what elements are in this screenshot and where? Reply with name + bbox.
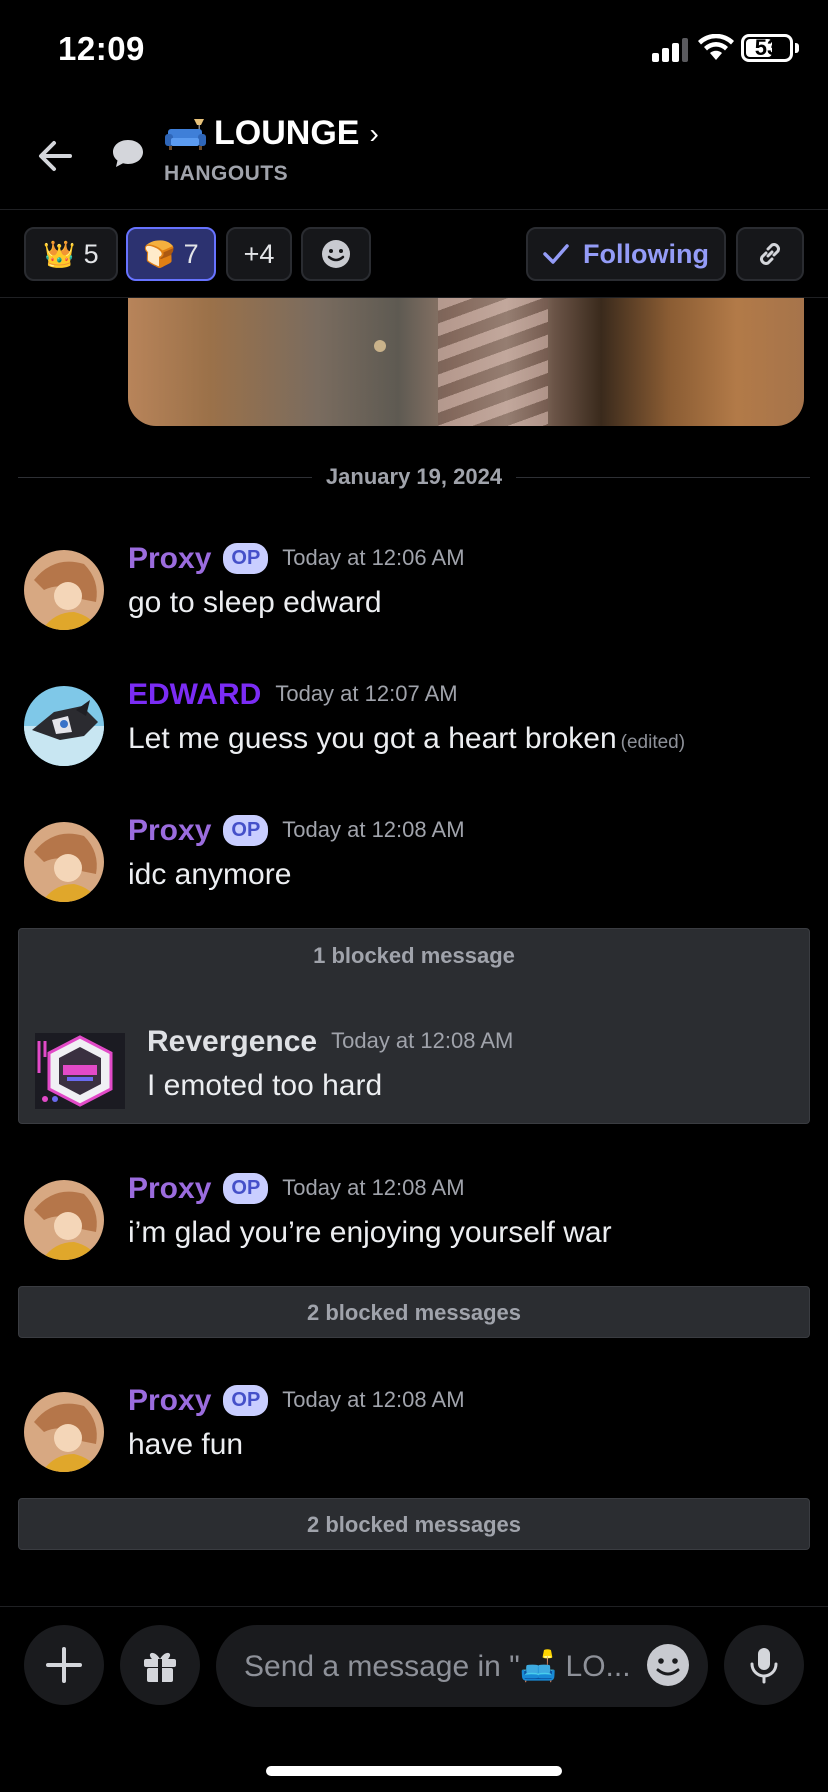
couch-lamp-icon <box>165 118 206 150</box>
checkmark-icon <box>543 244 569 264</box>
message-header: Proxy OP Today at 12:08 AM <box>128 814 465 848</box>
blocked-messages-label[interactable]: 2 blocked messages <box>19 1512 809 1538</box>
reaction-bread[interactable]: 🍞 7 <box>126 227 216 281</box>
thread-reaction-bar: 👑 5 🍞 7 +4 Following <box>0 210 828 298</box>
home-indicator[interactable] <box>266 1766 562 1776</box>
timestamp: Today at 12:08 AM <box>282 1387 465 1412</box>
battery-icon: 53 <box>741 34 793 62</box>
message-content: Let me guess you got a heart broken <box>128 722 617 755</box>
following-label: Following <box>583 238 709 269</box>
blocked-messages-label[interactable]: 1 blocked message <box>19 943 809 969</box>
blocked-messages-group[interactable]: 2 blocked messages <box>18 1286 810 1338</box>
more-reactions-button[interactable]: +4 <box>226 227 292 281</box>
channel-name: LOUNGE <box>214 114 360 152</box>
message-header: Proxy OP Today at 12:08 AM <box>128 1172 465 1206</box>
message-input[interactable]: Send a message in "🛋️ LO... <box>216 1625 708 1707</box>
message-input-placeholder: Send a message in "🛋️ LO... <box>244 1650 631 1683</box>
message-item[interactable]: EDWARD Today at 12:07 AM Let me guess you… <box>0 678 828 778</box>
bread-icon: 🍞 <box>143 238 176 269</box>
link-icon <box>760 243 780 265</box>
username[interactable]: Proxy <box>128 814 211 847</box>
gift-icon <box>144 1652 176 1682</box>
channel-category: HANGOUTS <box>164 162 289 185</box>
op-badge: OP <box>223 1385 269 1416</box>
channel-title[interactable]: LOUNGE › <box>164 114 379 153</box>
message-item[interactable]: Proxy OP Today at 12:08 AM idc anymore <box>0 814 828 914</box>
message-header: Proxy OP Today at 12:06 AM <box>128 542 465 576</box>
username[interactable]: Proxy <box>128 542 211 575</box>
gift-button[interactable] <box>120 1625 200 1705</box>
message-text: I emoted too hard <box>147 1069 383 1102</box>
status-bar: 12:09 53 <box>0 0 828 100</box>
timestamp: Today at 12:08 AM <box>282 1175 465 1200</box>
avatar[interactable] <box>35 1033 125 1109</box>
message-text: have fun <box>128 1428 244 1461</box>
timestamp: Today at 12:08 AM <box>282 817 465 842</box>
avatar[interactable] <box>24 1392 104 1472</box>
copy-link-button[interactable] <box>736 227 804 281</box>
reaction-crown[interactable]: 👑 5 <box>24 227 118 281</box>
channel-header: LOUNGE › HANGOUTS <box>0 100 828 210</box>
blocked-message-item[interactable]: Revergence Today at 12:08 AM I emoted too… <box>19 1025 809 1115</box>
add-attachment-button[interactable] <box>24 1625 104 1705</box>
username[interactable]: Proxy <box>128 1172 211 1205</box>
username[interactable]: Revergence <box>147 1025 317 1058</box>
message-text: go to sleep edward <box>128 586 382 619</box>
op-badge: OP <box>223 815 269 846</box>
date-divider-label: January 19, 2024 <box>311 464 517 489</box>
message-item[interactable]: Proxy OP Today at 12:08 AM i’m glad you’re… <box>0 1172 828 1272</box>
message-text: Let me guess you got a heart broken (edit… <box>128 722 685 756</box>
battery-level: 53 <box>754 35 780 60</box>
op-badge: OP <box>223 543 269 574</box>
timestamp: Today at 12:08 AM <box>331 1028 514 1053</box>
back-arrow-icon[interactable] <box>30 130 82 182</box>
avatar[interactable] <box>24 822 104 902</box>
timestamp: Today at 12:07 AM <box>275 681 458 706</box>
edited-marker: (edited) <box>620 732 686 753</box>
status-time: 12:09 <box>58 30 145 67</box>
reaction-count: 5 <box>83 238 99 269</box>
username[interactable]: EDWARD <box>128 678 261 711</box>
avatar[interactable] <box>24 1180 104 1260</box>
message-text: idc anymore <box>128 858 292 891</box>
crown-icon: 👑 <box>43 238 76 269</box>
message-header: Proxy OP Today at 12:08 AM <box>128 1384 465 1418</box>
more-reactions-label: +4 <box>243 238 275 269</box>
wifi-icon <box>698 34 734 60</box>
plus-icon <box>46 1647 82 1683</box>
message-item[interactable]: Proxy OP Today at 12:08 AM have fun <box>0 1384 828 1484</box>
add-reaction-button[interactable] <box>301 227 371 281</box>
blocked-messages-group[interactable]: 2 blocked messages <box>18 1498 810 1550</box>
blocked-messages-group[interactable]: 1 blocked message Revergence Today at 12:… <box>18 928 810 1124</box>
avatar[interactable] <box>24 686 104 766</box>
chevron-right-icon: › <box>369 117 379 149</box>
thread-icon <box>113 140 143 167</box>
reaction-count: 7 <box>183 238 199 269</box>
timestamp: Today at 12:06 AM <box>282 545 465 570</box>
username[interactable]: Proxy <box>128 1384 211 1417</box>
voice-message-button[interactable] <box>724 1625 804 1705</box>
message-composer: Send a message in "🛋️ LO... <box>0 1606 828 1792</box>
message-item[interactable]: Proxy OP Today at 12:06 AM go to sleep edw… <box>0 542 828 642</box>
microphone-icon <box>750 1648 778 1684</box>
message-image-attachment[interactable] <box>128 298 804 426</box>
op-badge: OP <box>223 1173 269 1204</box>
avatar[interactable] <box>24 550 104 630</box>
emoji-picker-icon[interactable] <box>644 1641 692 1689</box>
smiley-icon <box>322 240 350 268</box>
date-divider: January 19, 2024 <box>18 462 810 492</box>
message-text: i’m glad you’re enjoying yourself war <box>128 1216 612 1249</box>
message-header: EDWARD Today at 12:07 AM <box>128 678 458 712</box>
cell-signal-icon <box>652 38 688 62</box>
blocked-messages-label[interactable]: 2 blocked messages <box>19 1300 809 1326</box>
following-button[interactable]: Following <box>526 227 726 281</box>
message-header: Revergence Today at 12:08 AM <box>147 1025 513 1059</box>
